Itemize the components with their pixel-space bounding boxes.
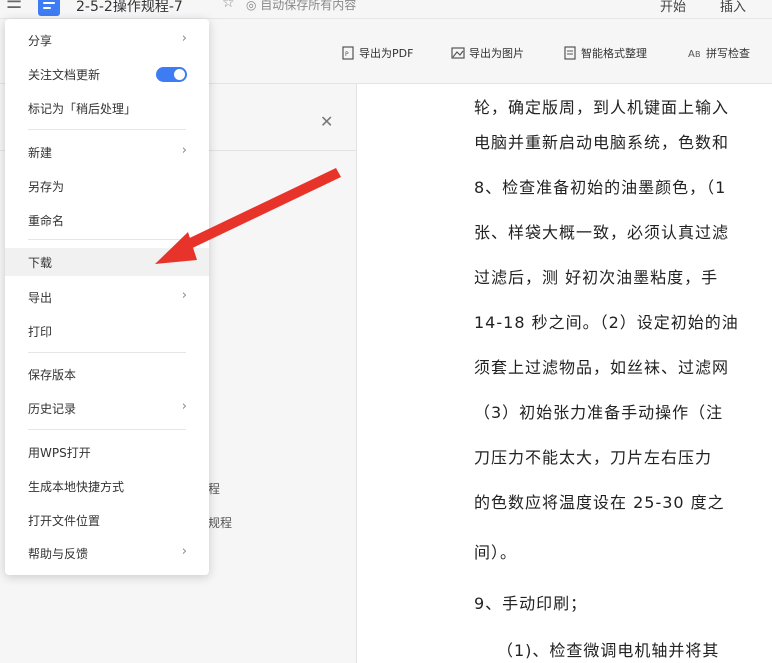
follow-updates-toggle[interactable]	[156, 67, 187, 82]
menu-item-open-wps[interactable]: 用WPS打开	[5, 438, 209, 466]
chevron-right-icon: ›	[181, 31, 187, 46]
outline-item[interactable]: 程	[208, 480, 220, 497]
chevron-right-icon: ›	[181, 288, 187, 303]
menu-item-download[interactable]: 下载	[5, 248, 209, 276]
menu-separator	[28, 129, 186, 130]
tab-start[interactable]: 开始	[660, 0, 686, 15]
export-image-label: 导出为图片	[469, 47, 524, 60]
menu-item-label: 另存为	[28, 179, 65, 194]
doc-line: 刀压力不能太大，刀片左右压力	[474, 448, 713, 467]
doc-line: 过滤后，测 好初次油墨粘度，手	[474, 268, 719, 287]
menu-item-label: 生成本地快捷方式	[28, 479, 125, 494]
outline-item[interactable]: 规程	[208, 514, 232, 531]
chevron-right-icon: ›	[181, 399, 187, 414]
menu-item-label: 打印	[28, 324, 53, 339]
doc-line: 轮，确定版周，到人机键面上输入	[474, 98, 730, 117]
autosave-status: ◎ 自动保存所有内容	[246, 0, 357, 12]
menu-item-label: 重命名	[28, 213, 65, 228]
menu-item-rename[interactable]: 重命名	[5, 206, 209, 234]
document-title[interactable]: 2-5-2操作规程-7	[76, 0, 183, 16]
close-icon[interactable]: ✕	[320, 112, 333, 131]
chevron-right-icon: ›	[181, 544, 187, 559]
spell-check-button[interactable]: AB 拼写检查	[688, 45, 750, 61]
autosave-label: 自动保存所有内容	[260, 0, 357, 12]
spell-check-icon: AB	[688, 49, 701, 60]
menu-item-new[interactable]: 新建 ›	[5, 138, 209, 166]
menu-item-history[interactable]: 历史记录 ›	[5, 394, 209, 422]
menu-item-label: 用WPS打开	[28, 445, 91, 460]
star-icon[interactable]: ☆	[222, 0, 235, 11]
spell-check-label: 拼写检查	[706, 47, 750, 60]
doc-line: 电脑并重新启动电脑系统，色数和	[474, 133, 730, 152]
menu-item-label: 帮助与反馈	[28, 546, 89, 561]
menu-item-print[interactable]: 打印	[5, 317, 209, 345]
document-icon	[38, 0, 60, 16]
smart-format-icon	[564, 46, 576, 60]
menu-item-export[interactable]: 导出 ›	[5, 283, 209, 311]
svg-text:P: P	[345, 51, 349, 58]
export-pdf-label: 导出为PDF	[359, 47, 414, 60]
doc-line: 张、样袋大概一致，必须认真过滤	[474, 223, 730, 242]
doc-line: （3）初始张力准备手动操作（注	[474, 403, 724, 422]
menu-item-follow-updates[interactable]: 关注文档更新	[5, 60, 209, 88]
menu-separator	[28, 239, 186, 240]
pdf-icon: P	[342, 46, 354, 60]
menu-item-label: 打开文件位置	[28, 513, 101, 528]
menu-item-label: 保存版本	[28, 367, 77, 382]
menu-item-label: 导出	[28, 290, 53, 305]
menu-item-create-shortcut[interactable]: 生成本地快捷方式	[5, 472, 209, 500]
menu-item-label: 下载	[28, 255, 53, 270]
document-page: 轮，确定版周，到人机键面上输入 电脑并重新启动电脑系统，色数和 8、检查准备初始…	[357, 84, 772, 663]
doc-line: 间）。	[474, 543, 518, 562]
doc-line: 14-18 秒之间。（2）设定初始的油	[474, 313, 739, 332]
title-bar: ☰ 2-5-2操作规程-7 ☆ ◎ 自动保存所有内容 开始 插入	[0, 0, 772, 19]
menu-item-label: 标记为「稍后处理」	[28, 101, 137, 116]
smart-format-label: 智能格式整理	[581, 47, 647, 60]
doc-line: 8、检查准备初始的油墨颜色，（1	[474, 178, 727, 197]
menu-item-label: 分享	[28, 33, 53, 48]
hamburger-menu-icon[interactable]: ☰	[6, 0, 22, 13]
menu-separator	[28, 429, 186, 430]
doc-line: 9、手动印刷；	[474, 594, 588, 613]
doc-line: 须套上过滤物品，如丝袜、过滤网	[474, 358, 730, 377]
menu-item-share[interactable]: 分享 ›	[5, 26, 209, 54]
menu-item-save-version[interactable]: 保存版本	[5, 360, 209, 388]
menu-item-save-as[interactable]: 另存为	[5, 172, 209, 200]
export-pdf-button[interactable]: P 导出为PDF	[341, 45, 413, 61]
svg-text:A: A	[688, 49, 695, 60]
doc-line: （1)、检查微调电机轴并将其	[497, 641, 720, 660]
menu-item-label: 历史记录	[28, 401, 77, 416]
doc-line: 的色数应将温度设在 25-30 度之	[474, 493, 725, 512]
svg-text:B: B	[695, 50, 701, 59]
menu-separator	[28, 352, 186, 353]
file-menu: 分享 › 关注文档更新 标记为「稍后处理」 新建 › 另存为 重命名 下载 导出…	[5, 19, 209, 575]
menu-item-open-location[interactable]: 打开文件位置	[5, 506, 209, 534]
menu-item-label: 关注文档更新	[28, 67, 101, 82]
image-icon	[451, 47, 465, 59]
menu-item-label: 新建	[28, 145, 53, 160]
menu-item-help-feedback[interactable]: 帮助与反馈 ›	[5, 539, 209, 567]
tab-insert[interactable]: 插入	[720, 0, 746, 15]
export-image-button[interactable]: 导出为图片	[451, 45, 524, 61]
menu-item-mark-later[interactable]: 标记为「稍后处理」	[5, 94, 209, 122]
chevron-right-icon: ›	[181, 143, 187, 158]
smart-format-button[interactable]: 智能格式整理	[563, 45, 647, 61]
